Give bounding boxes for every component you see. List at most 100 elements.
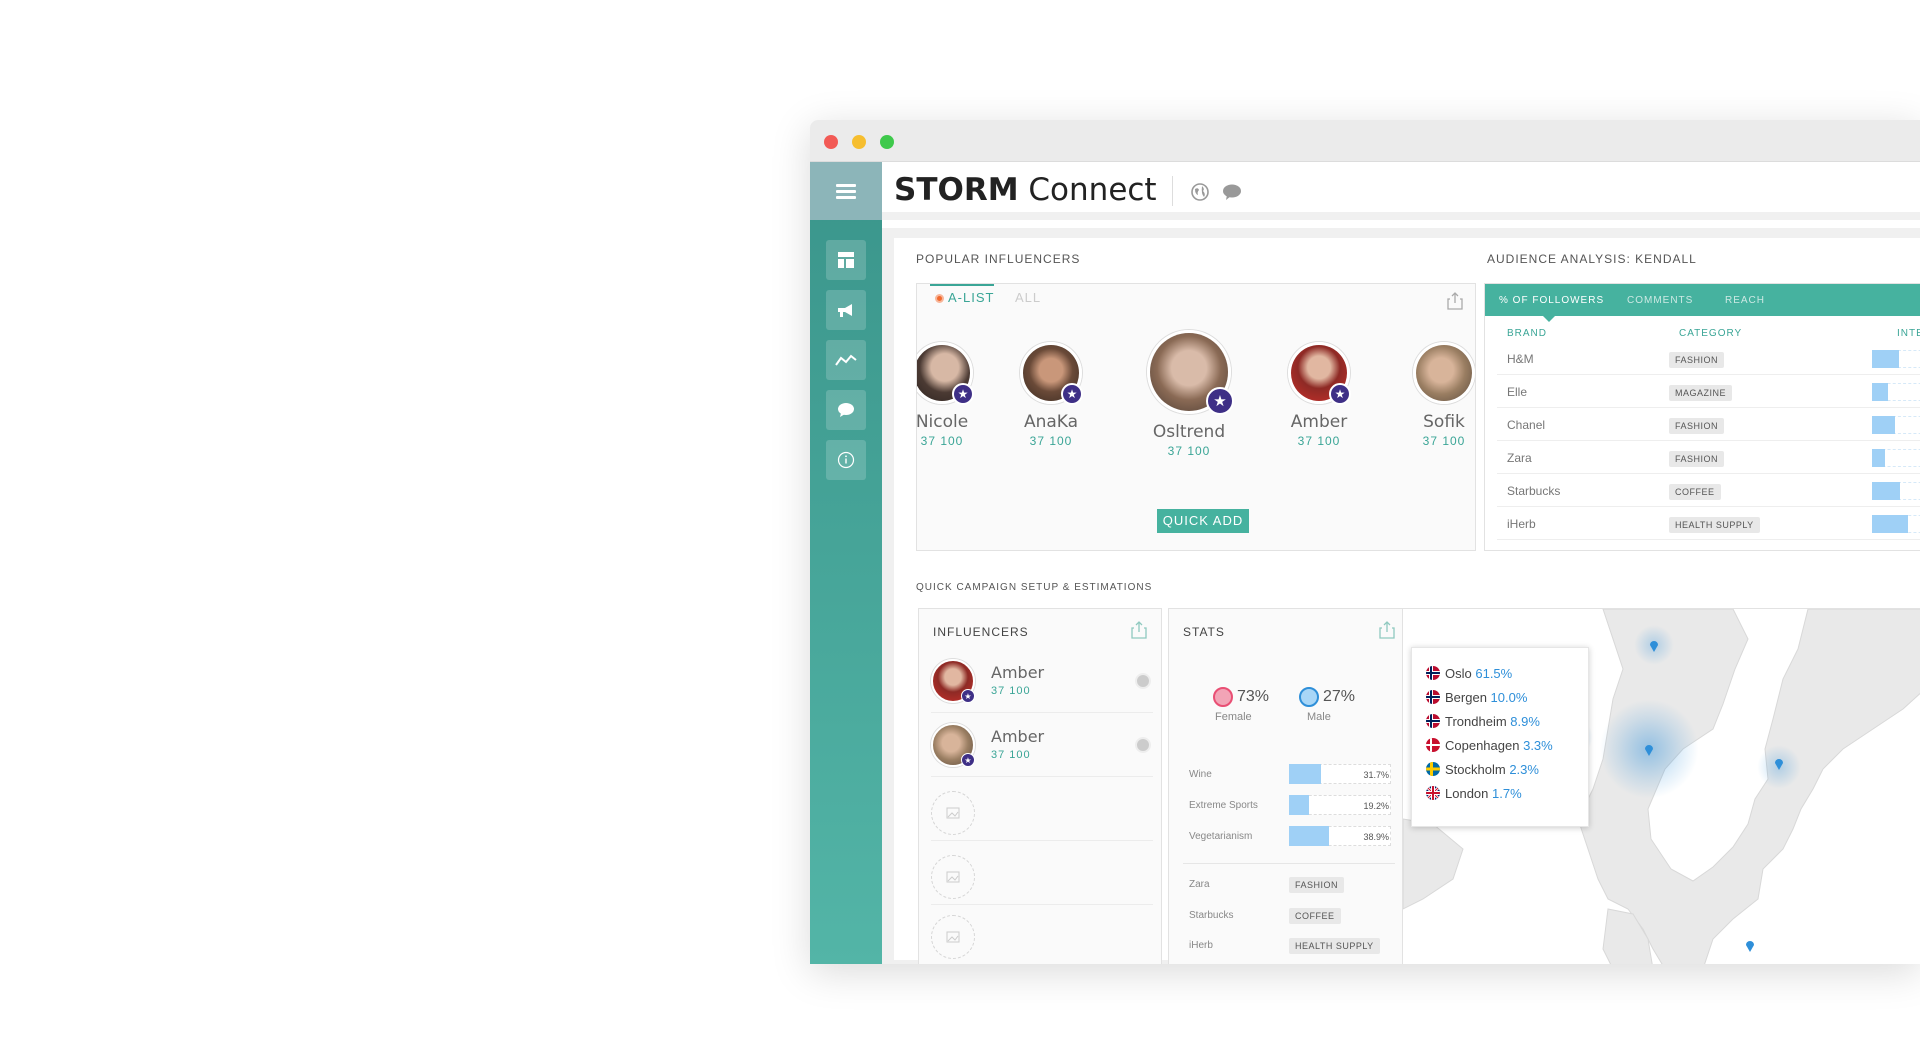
tab-followers[interactable]: % OF FOLLOWERS (1499, 295, 1604, 306)
city-row: Trondheim 8.9% (1426, 714, 1540, 729)
interest-label: Vegetarianism (1189, 831, 1253, 842)
city-percent: 8.9% (1510, 714, 1540, 729)
share-icon[interactable] (1447, 292, 1463, 310)
trend-line-icon (835, 354, 857, 366)
empty-avatar-slot[interactable] (931, 855, 975, 899)
influencer-card[interactable]: ★ Nicole 37 100 (917, 342, 987, 448)
influencer-card[interactable]: ★ AnaKa 37 100 (1006, 342, 1096, 448)
influencer-card[interactable]: ★ Amber 37 100 (1274, 342, 1364, 448)
hamburger-menu-button[interactable] (810, 162, 882, 220)
interest-bar (1872, 449, 1885, 467)
city-percent: 10.0% (1490, 690, 1528, 705)
popular-influencers-card: A-LIST ALL ★ Nicole 37 100 ★ AnaKa 37 10… (916, 283, 1476, 551)
app-logo: STORM Connect (894, 172, 1157, 208)
main-content: POPULAR INFLUENCERS A-LIST ALL ★ Nicole … (882, 228, 1920, 964)
tab-comments[interactable]: COMMENTS (1627, 295, 1693, 306)
image-placeholder-icon (946, 931, 960, 943)
influencer-name: Osltrend (1152, 422, 1226, 442)
table-row[interactable]: iHerb HEALTH SUPPLY (1497, 507, 1920, 540)
table-row[interactable]: Elle MAGAZINE (1497, 375, 1920, 408)
male-label: Male (1307, 711, 1331, 723)
city-percent: 61.5% (1475, 666, 1513, 681)
tab-all[interactable]: ALL (1015, 290, 1041, 305)
audience-tabs: % OF FOLLOWERS COMMENTS REACH (1485, 284, 1920, 316)
tab-underline (930, 284, 994, 286)
app-header: STORM Connect (882, 162, 1920, 220)
city-row: Bergen 10.0% (1426, 690, 1527, 705)
uk-flag-icon (1426, 786, 1440, 800)
empty-slot[interactable] (931, 843, 1153, 905)
map-pin-icon[interactable] (1644, 743, 1654, 756)
table-row[interactable]: H&M FASHION (1497, 342, 1920, 375)
close-window-button[interactable] (824, 135, 838, 149)
share-icon[interactable] (1379, 621, 1395, 639)
tab-a-list[interactable]: A-LIST (935, 290, 994, 305)
map-pin-icon[interactable] (1774, 757, 1784, 770)
sidebar-item-analytics[interactable] (826, 340, 866, 380)
denmark-flag-icon (1426, 738, 1440, 752)
interest-bar (1872, 482, 1900, 500)
category-tag: MAGAZINE (1669, 385, 1733, 401)
chat-icon[interactable] (1222, 182, 1242, 202)
sidebar (810, 162, 882, 964)
avatar (1413, 342, 1475, 404)
maximize-window-button[interactable] (880, 135, 894, 149)
stats-card: STATS 73% Female 27% Male Wine 31.7% Ext… (1168, 608, 1410, 964)
female-percent: 73% (1237, 688, 1270, 705)
globe-icon[interactable] (1190, 182, 1210, 202)
sidebar-item-campaigns[interactable] (826, 290, 866, 330)
empty-slot[interactable] (931, 779, 1153, 841)
share-icon[interactable] (1131, 621, 1147, 639)
megaphone-icon (838, 304, 852, 317)
map-pin-icon[interactable] (1649, 639, 1659, 652)
influencer-followers: 37 100 (991, 685, 1031, 697)
category-tag: COFFEE (1289, 908, 1341, 924)
empty-slot[interactable] (931, 903, 1153, 964)
city-name: Trondheim (1445, 714, 1507, 729)
influencer-followers: 37 100 (1029, 434, 1073, 448)
empty-avatar-slot[interactable] (931, 915, 975, 959)
audience-analysis-card: % OF FOLLOWERS COMMENTS REACH BRAND CATE… (1484, 283, 1920, 551)
influencer-followers: 37 100 (1167, 444, 1211, 458)
remove-influencer-icon[interactable] (1135, 737, 1151, 753)
minimize-window-button[interactable] (852, 135, 866, 149)
dashboard-panel: POPULAR INFLUENCERS A-LIST ALL ★ Nicole … (894, 238, 1920, 964)
sidebar-item-messages[interactable] (826, 390, 866, 430)
interest-bar (1289, 795, 1309, 815)
star-badge-icon: ★ (1061, 383, 1083, 405)
city-percent: 1.7% (1492, 786, 1522, 801)
map-pin-icon[interactable] (1745, 939, 1755, 952)
empty-avatar-slot[interactable] (931, 791, 975, 835)
sweden-flag-icon (1426, 762, 1440, 776)
norway-flag-icon (1426, 666, 1440, 680)
star-badge-icon: ★ (1206, 387, 1234, 415)
city-row: London 1.7% (1426, 786, 1522, 801)
sidebar-item-info[interactable] (826, 440, 866, 480)
category-tag: FASHION (1669, 352, 1725, 368)
table-row[interactable]: Zara FASHION (1497, 441, 1920, 474)
interest-bar (1289, 826, 1329, 846)
row-brand: Starbucks (1507, 484, 1561, 498)
remove-influencer-icon[interactable] (1135, 673, 1151, 689)
audience-analysis-title: AUDIENCE ANALYSIS: KENDALL (1487, 252, 1697, 266)
tab-reach[interactable]: REACH (1725, 295, 1765, 306)
audience-map[interactable]: Oslo 61.5% Bergen 10.0% Trondheim 8.9% C… (1402, 608, 1920, 964)
header-divider (1172, 176, 1173, 206)
list-item[interactable]: ★ Amber 37 100 (931, 715, 1153, 777)
interest-label: Extreme Sports (1189, 800, 1258, 811)
row-brand: H&M (1507, 352, 1534, 366)
list-item[interactable]: ★ Amber 37 100 (931, 651, 1153, 713)
table-row[interactable]: Chanel FASHION (1497, 408, 1920, 441)
sidebar-item-dashboard[interactable] (826, 240, 866, 280)
influencer-card-featured[interactable]: ★ Osltrend 37 100 (1129, 330, 1249, 458)
influencer-followers: 37 100 (920, 434, 964, 448)
city-name: Bergen (1445, 690, 1487, 705)
quick-add-button[interactable]: QUICK ADD (1157, 509, 1249, 533)
influencer-name: Amber (1290, 412, 1348, 432)
influencer-followers: 37 100 (1297, 434, 1341, 448)
city-row: Oslo 61.5% (1426, 666, 1512, 681)
table-row[interactable]: Starbucks COFFEE (1497, 474, 1920, 507)
influencer-card[interactable]: Sofik 37 100 (1399, 342, 1475, 448)
star-badge-icon: ★ (961, 689, 975, 703)
male-icon (1299, 687, 1319, 707)
